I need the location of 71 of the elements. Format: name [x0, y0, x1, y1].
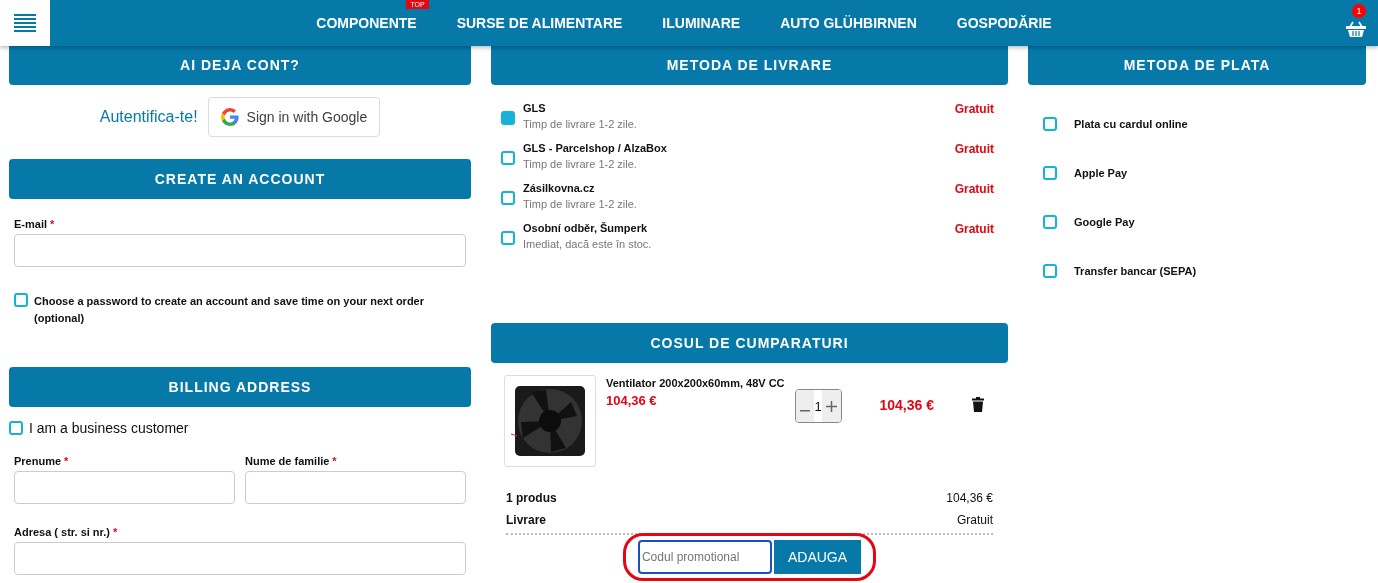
login-link[interactable]: Autentifica-te! [99, 108, 198, 126]
quantity-value: 1 [814, 397, 822, 416]
section-title: BILLING ADDRESS [9, 367, 471, 407]
delivery-time-note: Timp de livrare 1-2 zile. [523, 198, 638, 210]
quantity-stepper[interactable]: 1 [794, 389, 842, 423]
section-title: COSUL DE CUMPARATURI [491, 323, 1008, 363]
decrease-button[interactable] [795, 390, 815, 422]
payment-method-name: Google Pay [1074, 216, 1135, 228]
cart-count-badge: 1 [1352, 4, 1366, 18]
payment-method-name: Plata cu cardul online [1074, 118, 1188, 130]
checkbox[interactable] [1043, 117, 1057, 131]
product-name[interactable]: Ventilator 200x200x60mm, 48V CC [606, 377, 785, 389]
delivery-price: Gratuit [954, 182, 994, 198]
nav-link[interactable]: ILUMINARE [662, 15, 741, 31]
section-title: AI DEJA CONT? [9, 45, 471, 85]
section-title: METODA DE PLATA [1028, 45, 1366, 85]
delivery-price: Gratuit [954, 102, 994, 118]
nav-link[interactable]: GOSPODĂRIE [956, 15, 1052, 31]
google-sign-in-button[interactable]: Sign in with Google [207, 97, 381, 137]
checkbox[interactable] [1043, 166, 1057, 180]
menu-icon [14, 14, 36, 32]
section-title: CREATE AN ACCOUNT [9, 159, 471, 199]
section-title: METODA DE LIVRARE [491, 45, 1008, 85]
payment-method-name: Transfer bancar (SEPA) [1074, 265, 1197, 277]
checkbox[interactable] [14, 293, 28, 307]
basket-icon [1346, 21, 1366, 37]
input-field[interactable] [14, 542, 466, 575]
field-label: Nume de familie * [245, 455, 338, 467]
input-field[interactable] [14, 471, 235, 504]
delivery-time-note: Timp de livrare 1-2 zile. [523, 118, 638, 130]
checkbox[interactable] [501, 191, 515, 205]
summary-label: 1 produs [506, 491, 557, 505]
checkbox-label: Choose a password to create an account and save time on your next order (optional) [34, 294, 425, 326]
summary-value: 104,36 € [946, 491, 993, 505]
delivery-price: Gratuit [954, 142, 994, 158]
checkbox-label: I am a business customer [29, 420, 189, 436]
summary-value: Gratuit [957, 513, 993, 527]
field-label: E-mail * [14, 218, 56, 230]
delivery-method-name: Zásilkovna.cz [523, 182, 596, 194]
trash-icon[interactable] [972, 397, 984, 412]
line-total: 104,36 € [879, 397, 934, 413]
menu-button[interactable] [0, 0, 50, 46]
delivery-time-note: Timp de livrare 1-2 zile. [523, 158, 638, 170]
nav-link[interactable]: AUTO GLÜHBIRNEN [780, 15, 917, 31]
add-promo-button[interactable]: ADAUGA [773, 540, 862, 574]
input-field[interactable] [245, 471, 466, 504]
nav-link[interactable]: COMPONENTE [316, 15, 417, 31]
minus-icon [799, 409, 810, 412]
google-icon [220, 108, 239, 126]
checkbox[interactable] [501, 231, 515, 245]
payment-method-name: Apple Pay [1074, 167, 1128, 179]
field-label: Prenume * [14, 455, 70, 467]
product-price: 104,36 € [606, 393, 658, 408]
checkbox[interactable] [501, 111, 515, 125]
delivery-time-note: Imediat, dacă este în stoc. [523, 238, 653, 250]
nav-link[interactable]: SURSE DE ALIMENTARE [456, 15, 623, 31]
delivery-method-name: GLS [523, 102, 547, 114]
cart-button[interactable]: 1 [1338, 3, 1374, 43]
increase-button[interactable] [821, 390, 841, 422]
delivery-method-name: GLS - Parcelshop / AlzaBox [523, 142, 668, 154]
delivery-method-name: Osobní odběr, Šumperk [523, 222, 649, 234]
delivery-price: Gratuit [954, 222, 994, 238]
field-label: Adresa ( str. si nr.) * [14, 526, 119, 538]
summary-label: Livrare [506, 513, 547, 527]
promo-code-field[interactable]: Codul promotional [637, 540, 772, 574]
checkbox[interactable] [9, 421, 23, 435]
checkbox[interactable] [1043, 215, 1057, 229]
checkbox[interactable] [501, 151, 515, 165]
plus-icon [825, 400, 837, 412]
checkbox[interactable] [1043, 264, 1057, 278]
input-field[interactable] [14, 234, 466, 267]
